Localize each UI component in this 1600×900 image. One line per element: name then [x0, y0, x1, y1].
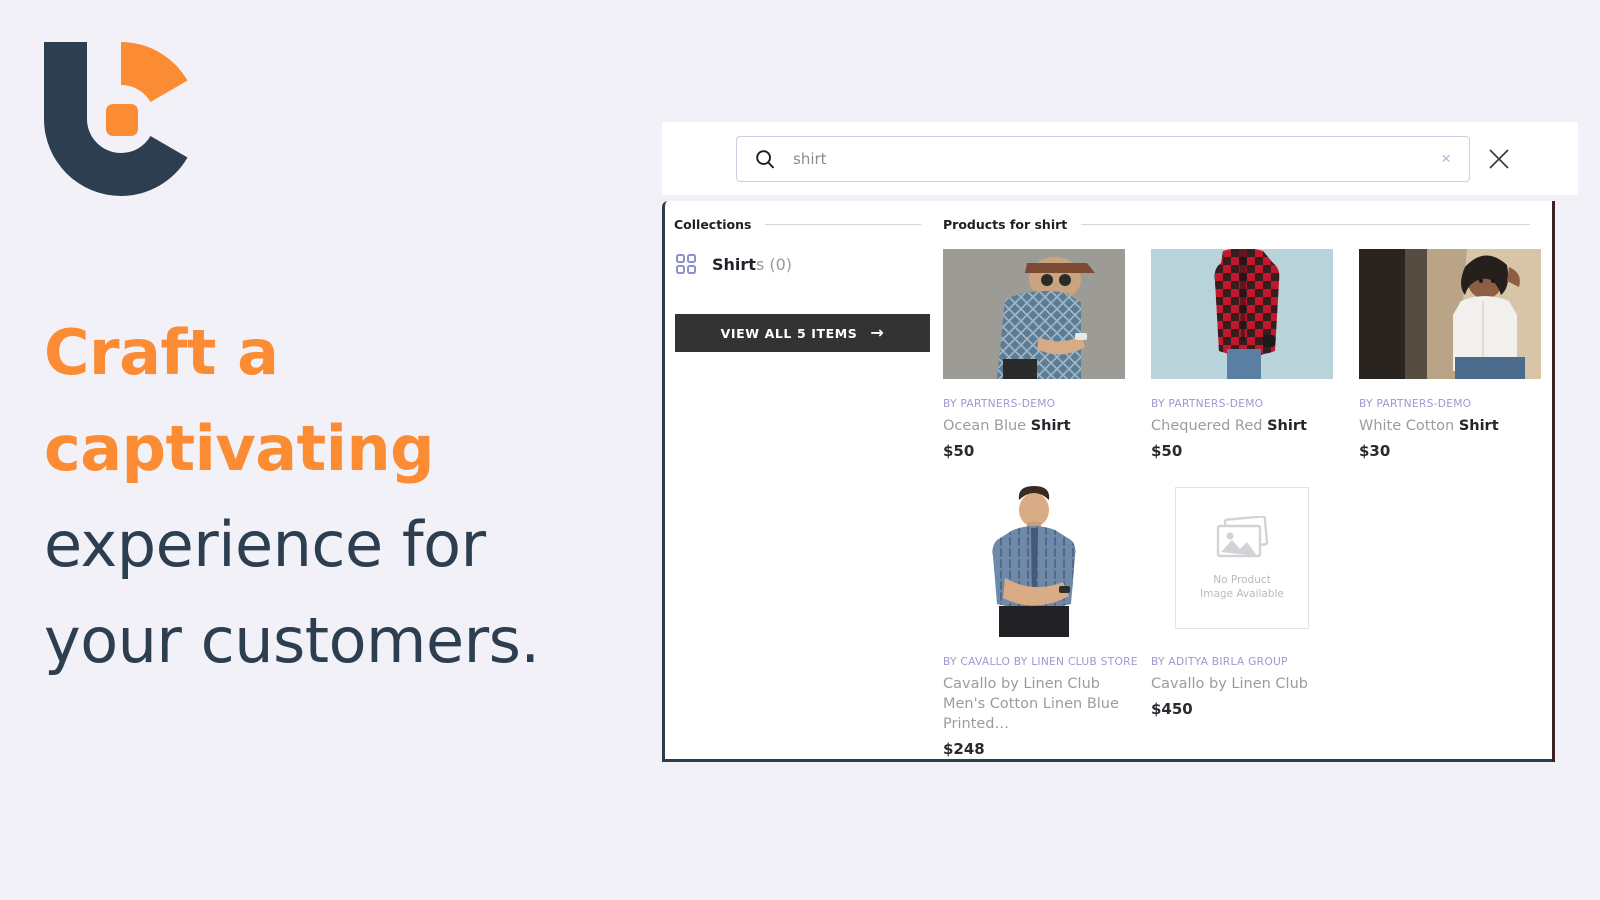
page-title: Craft a captivating experience for your … — [44, 305, 644, 689]
search-header: shirt × — [662, 122, 1578, 195]
grid-icon — [676, 254, 696, 274]
product-card[interactable]: BY PARTNERS-DEMO White Cotton Shirt $30 — [1359, 249, 1555, 460]
bc-logo-icon — [44, 42, 188, 196]
no-image-line-1: No Product — [1213, 573, 1271, 586]
collections-heading-label: Collections — [674, 217, 752, 232]
product-title-match: Shirt — [1267, 418, 1307, 434]
products-column: Products for shirt BY PARTNERS-DEMO Ocea… — [943, 201, 1552, 759]
arrow-right-icon: → — [870, 323, 885, 342]
search-input-value[interactable]: shirt — [793, 150, 1437, 168]
product-title-match: Shirt — [1030, 418, 1071, 434]
product-card[interactable]: No Product Image Available BY ADITYA BIR… — [1151, 482, 1347, 758]
product-card[interactable]: BY PARTNERS-DEMO Ocean Blue Shirt $50 — [943, 249, 1139, 460]
close-icon[interactable] — [1486, 146, 1512, 172]
product-price: $248 — [943, 740, 985, 758]
headline-line-4: your customers. — [44, 604, 540, 677]
product-price: $450 — [1151, 700, 1193, 718]
product-title: Chequered Red Shirt — [1151, 416, 1347, 436]
search-results-body: Collections Shirts (0) VIEW ALL 5 ITEMS … — [662, 201, 1555, 762]
product-title-plain: Chequered Red — [1151, 418, 1268, 434]
product-title: Cavallo by Linen Club Men's Cotton Linen… — [943, 674, 1139, 734]
collections-column: Collections Shirts (0) VIEW ALL 5 ITEMS … — [665, 201, 943, 759]
product-image — [1359, 249, 1541, 379]
product-vendor: BY PARTNERS-DEMO — [1359, 397, 1472, 410]
product-title-plain: Cavallo by Linen Club Men's Cotton Linen… — [943, 676, 1119, 732]
collection-name-match: Shirt — [712, 254, 756, 274]
product-vendor: BY PARTNERS-DEMO — [1151, 397, 1264, 410]
collections-heading: Collections — [674, 217, 921, 232]
collection-name-rest: s — [755, 254, 765, 274]
product-image — [943, 482, 1125, 637]
bc-logo — [44, 42, 196, 197]
product-card[interactable]: BY PARTNERS-DEMO Chequered Red Shirt $50 — [1151, 249, 1347, 460]
product-title-plain: White Cotton — [1359, 418, 1459, 434]
view-all-items-label: VIEW ALL 5 ITEMS — [720, 325, 858, 341]
page-root: Craft a captivating experience for your … — [0, 0, 1600, 900]
collection-item-shirts[interactable]: Shirts (0) — [674, 254, 921, 274]
collection-item-label: Shirts (0) — [712, 255, 792, 274]
product-price: $50 — [943, 442, 975, 460]
product-card[interactable]: BY CAVALLO BY LINEN CLUB STORE Cavallo b… — [943, 482, 1139, 758]
no-image-text: No Product Image Available — [1200, 573, 1284, 601]
product-title-plain: Ocean Blue — [943, 418, 1031, 434]
product-image — [1151, 249, 1333, 379]
headline-line-3: experience for — [44, 508, 486, 581]
product-title: Ocean Blue Shirt — [943, 416, 1139, 436]
heading-divider — [765, 224, 921, 225]
product-title-plain: Cavallo by Linen Club — [1151, 676, 1308, 692]
products-heading-label: Products for shirt — [943, 217, 1068, 232]
headline-accent-line-2: captivating — [44, 412, 435, 485]
no-image-line-2: Image Available — [1200, 587, 1284, 600]
search-icon — [755, 149, 775, 169]
image-placeholder-icon — [1214, 514, 1270, 565]
product-grid: BY PARTNERS-DEMO Ocean Blue Shirt $50 BY… — [943, 249, 1541, 758]
search-overlay-panel: shirt × Collections Shirts (0) VIEW ALL … — [662, 122, 1578, 762]
product-price: $30 — [1359, 442, 1391, 460]
product-title-match: Shirt — [1458, 418, 1499, 434]
no-image-box: No Product Image Available — [1175, 487, 1309, 629]
product-vendor: BY ADITYA BIRLA GROUP — [1151, 655, 1288, 668]
heading-divider — [1081, 224, 1530, 225]
products-heading: Products for shirt — [943, 217, 1530, 232]
collection-count: (0) — [769, 254, 793, 274]
product-title: White Cotton Shirt — [1359, 416, 1555, 436]
hero-section: Craft a captivating experience for your … — [44, 42, 644, 689]
clear-search-icon[interactable]: × — [1437, 148, 1455, 169]
product-title: Cavallo by Linen Club — [1151, 674, 1347, 694]
product-vendor: BY CAVALLO BY LINEN CLUB STORE — [943, 655, 1138, 668]
product-vendor: BY PARTNERS-DEMO — [943, 397, 1056, 410]
product-price: $50 — [1151, 442, 1183, 460]
product-image-placeholder: No Product Image Available — [1151, 482, 1333, 637]
view-all-items-button[interactable]: VIEW ALL 5 ITEMS → — [675, 314, 930, 352]
product-image — [943, 249, 1125, 379]
headline-accent-line-1: Craft a — [44, 316, 279, 389]
search-input[interactable]: shirt × — [736, 135, 1470, 182]
